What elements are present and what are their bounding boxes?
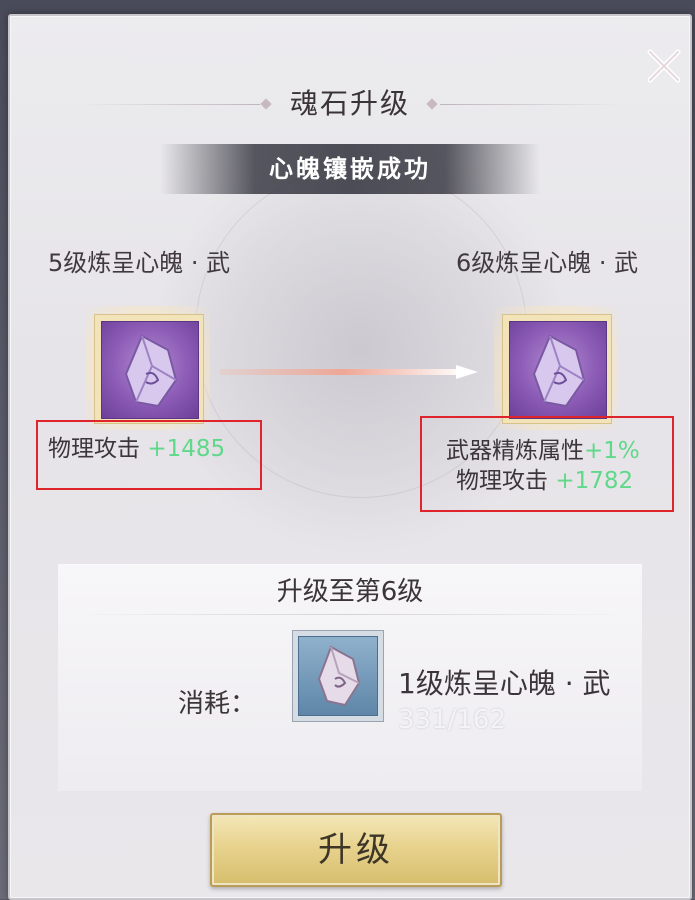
upgrade-button-label: 升级: [318, 830, 394, 870]
next-stat-row-1: 武器精炼属性+1%: [446, 436, 640, 466]
consume-label: 消耗：: [178, 689, 257, 719]
upgrade-button[interactable]: 升级: [210, 813, 502, 887]
soul-stone-upgrade-dialog: 魂石升级 心魄镶嵌成功 5级炼呈心魄 · 武 6级炼呈心魄 · 武 物理攻击 +…: [8, 14, 692, 900]
material-name: 1级炼呈心魄 · 武: [398, 667, 611, 700]
current-item-name: 5级炼呈心魄 · 武: [48, 249, 231, 277]
next-item-slot[interactable]: [494, 306, 618, 430]
current-item-frame: [94, 314, 204, 424]
soul-stone-material-icon: [317, 645, 361, 707]
next-stat-2-value: +1782: [555, 468, 634, 494]
soul-stone-crystal-icon: [532, 334, 586, 408]
next-stat-2-label: 物理攻击: [456, 468, 548, 494]
next-item-name: 6级炼呈心魄 · 武: [456, 249, 639, 277]
material-count: 331/162: [398, 705, 507, 735]
success-banner-text: 心魄镶嵌成功: [269, 155, 431, 183]
current-item-slot[interactable]: [86, 306, 210, 430]
material-icon-bg: [298, 636, 378, 716]
title-divider-right: [440, 104, 620, 105]
section-divider: [70, 614, 630, 615]
next-item-frame: [502, 314, 612, 424]
material-frame: [292, 630, 384, 722]
current-item-icon-bg: [101, 321, 199, 419]
soul-stone-crystal-icon: [124, 334, 178, 408]
next-stat-row-2: 物理攻击 +1782: [456, 466, 633, 496]
current-stat-label: 物理攻击: [48, 436, 140, 462]
next-stat-1-value: +1%: [584, 438, 640, 464]
material-slot[interactable]: [292, 630, 384, 748]
upgrade-target-text: 升级至第6级: [276, 577, 424, 607]
current-stat-value: +1485: [147, 436, 226, 462]
success-banner: 心魄镶嵌成功: [160, 144, 540, 194]
next-stat-1-label: 武器精炼属性: [446, 438, 584, 464]
upgrade-arrow-icon: [220, 365, 478, 379]
next-item-icon-bg: [509, 321, 607, 419]
dialog-header: 魂石升级: [10, 82, 690, 126]
current-stat-row: 物理攻击 +1485: [48, 434, 225, 464]
